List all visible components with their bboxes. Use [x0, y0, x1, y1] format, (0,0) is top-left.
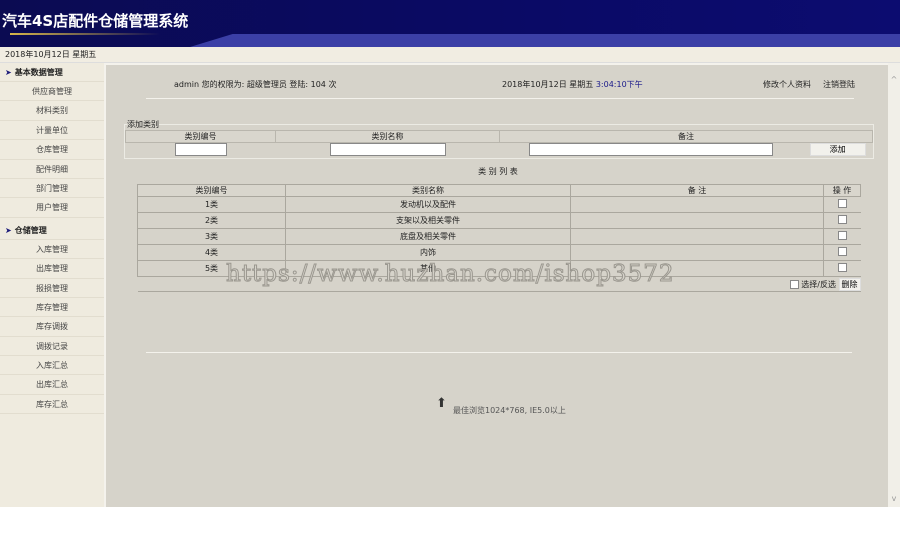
sidebar-item-parts[interactable]: 配件明细: [0, 160, 104, 179]
browser-note: 最佳浏览1024*768, IE5.0以上: [453, 406, 566, 415]
sidebar-item-inventory-summary[interactable]: 库存汇总: [0, 395, 104, 415]
app-header: 汽车4S店配件仓储管理系统: [0, 0, 900, 47]
cell-id: 2类: [137, 212, 286, 229]
sidebar-item-transfer[interactable]: 库存调拨: [0, 317, 104, 337]
row-checkbox[interactable]: [837, 247, 847, 256]
cell-name: 其他: [285, 260, 571, 277]
cell-name: 底盘及相关零件: [285, 228, 571, 245]
header-note: 备注: [499, 130, 873, 143]
row-checkbox[interactable]: [837, 215, 847, 224]
sidebar-item-warehouse[interactable]: 仓库管理: [0, 140, 104, 160]
logout-link[interactable]: 注销登陆: [823, 79, 855, 90]
cell-note: [570, 228, 824, 245]
cell-note: [570, 260, 824, 277]
category-table: 类别编号 类别名称备 注操 作 1类 发动机以及配件 2类 支架以及相关零件 3类 底盘…: [137, 184, 861, 292]
add-button[interactable]: 添加: [809, 143, 866, 156]
cell-id: 5类: [137, 260, 286, 277]
col-id: 类别编号: [137, 184, 286, 197]
row-checkbox[interactable]: [837, 199, 847, 208]
sidebar-item-unit[interactable]: 计量单位: [0, 121, 104, 141]
sidebar-group-basic[interactable]: ➤ 基本数据管理: [0, 63, 104, 82]
cell-name: 支架以及相关零件: [285, 212, 571, 229]
sidebar-item-in-summary[interactable]: 入库汇总: [0, 356, 104, 376]
scroll-up-icon[interactable]: ^: [888, 75, 900, 84]
sidebar-item-department[interactable]: 部门管理: [0, 179, 104, 199]
divider: [146, 98, 854, 99]
divider: [146, 352, 852, 353]
title-underline: [10, 33, 160, 35]
row-checkbox[interactable]: [837, 263, 847, 272]
header-band: [190, 34, 900, 47]
table-row: 5类 其他: [137, 260, 861, 277]
sidebar-item-transfer-log[interactable]: 调拨记录: [0, 337, 104, 357]
table-row: 4类 内饰: [137, 244, 861, 261]
sidebar-item-stock-in[interactable]: 入库管理: [0, 240, 104, 260]
table-row: 3类 底盘及相关零件: [137, 228, 861, 245]
user-info: admin 您的权限为: 超级管理员 登陆: 104 次: [174, 80, 337, 89]
delete-button[interactable]: 删除: [838, 277, 861, 291]
cell-note: [570, 244, 824, 261]
edit-profile-link[interactable]: 修改个人资料: [763, 79, 811, 90]
sidebar-item-loss[interactable]: 报损管理: [0, 279, 104, 298]
chevron-right-icon: ➤: [5, 225, 12, 235]
cell-id: 3类: [137, 228, 286, 245]
table-row: 1类 发动机以及配件: [137, 196, 861, 213]
clock: 3:04:10下午: [595, 80, 643, 89]
cell-id: 4类: [137, 244, 286, 261]
cell-note: [570, 212, 824, 229]
sidebar: ➤ 基本数据管理 供应商管理 材料类别 计量单位 仓库管理 配件明细 部门管理 用…: [0, 63, 104, 507]
form-legend: 添加类别: [127, 120, 159, 129]
app-title: 汽车4S店配件仓储管理系统: [2, 12, 189, 30]
sidebar-item-user[interactable]: 用户管理: [0, 198, 104, 218]
chevron-right-icon: ➤: [5, 68, 12, 77]
add-category-form: 添加类别 类别编号 类别名称 备注 添加: [124, 119, 874, 159]
arrow-up-icon: ⬆: [436, 396, 447, 411]
header-id: 类别编号: [125, 130, 276, 143]
date-bar: 2018年10月12日 星期五: [0, 47, 900, 63]
cell-note: [570, 196, 824, 213]
cell-id: 1类: [137, 196, 286, 213]
sidebar-item-inventory[interactable]: 库存管理: [0, 298, 104, 318]
category-id-input[interactable]: [174, 143, 227, 156]
header-name: 类别名称: [275, 130, 500, 143]
scroll-down-icon[interactable]: v: [888, 494, 900, 503]
row-checkbox[interactable]: [837, 231, 847, 240]
col-action: 操 作: [823, 184, 861, 197]
col-name: 类别名称: [285, 184, 571, 197]
list-title: 类 别 列 表: [478, 167, 518, 176]
sidebar-item-material-category[interactable]: 材料类别: [0, 101, 104, 121]
note-input[interactable]: [529, 143, 774, 156]
scrollbar[interactable]: ^ v: [888, 63, 900, 507]
main-content: admin 您的权限为: 超级管理员 登陆: 104 次 2018年10月12日…: [104, 63, 888, 507]
col-note: 备 注: [570, 184, 824, 197]
category-name-input[interactable]: [329, 143, 446, 156]
current-datetime: 2018年10月12日 星期五 3:04:10下午: [502, 80, 643, 89]
table-row: 2类 支架以及相关零件: [137, 212, 861, 229]
cell-name: 内饰: [285, 244, 571, 261]
sidebar-item-supplier[interactable]: 供应商管理: [0, 82, 104, 102]
sidebar-group-storage[interactable]: ➤ 仓储管理: [0, 221, 104, 240]
select-all-checkbox[interactable]: [789, 279, 799, 289]
sidebar-item-stock-out[interactable]: 出库管理: [0, 259, 104, 279]
select-toggle-label: 选择/反选: [801, 279, 836, 289]
cell-name: 发动机以及配件: [285, 196, 571, 213]
sidebar-item-out-summary[interactable]: 出库汇总: [0, 375, 104, 395]
